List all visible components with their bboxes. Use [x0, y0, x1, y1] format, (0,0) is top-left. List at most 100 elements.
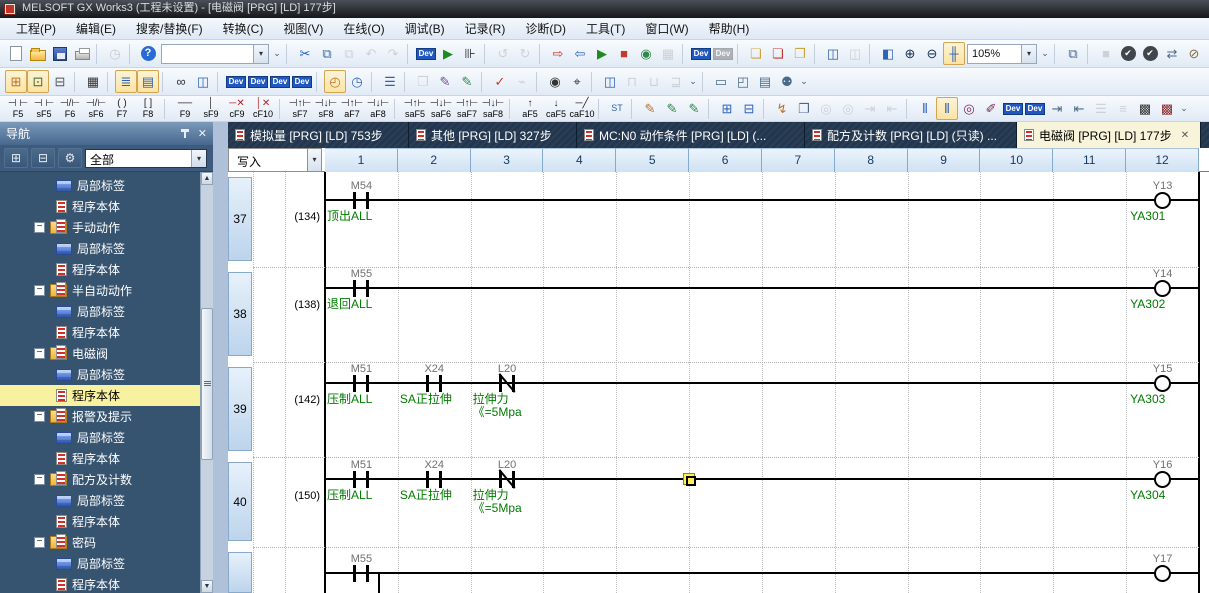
output-coil[interactable] [1154, 565, 1171, 582]
zoom-options-icon[interactable]: ⌄ [1039, 48, 1051, 59]
find-window-button[interactable]: ◫ [192, 70, 214, 93]
toolbar-options-icon[interactable]: ⌄ [271, 48, 283, 59]
document-tab[interactable]: MC:N0 动作条件 [PRG] [LD] (... [577, 122, 805, 148]
open-window-list-button[interactable]: ◫ [599, 70, 621, 93]
menu-item[interactable]: 窗口(W) [635, 17, 698, 40]
row2-options-2-icon[interactable]: ⌄ [798, 76, 810, 87]
document-tab[interactable]: 其他 [PRG] [LD] 327步 [409, 122, 577, 148]
print-color-setting-button[interactable]: ✎ [434, 70, 456, 93]
document-tab[interactable]: 电磁阀 [PRG] [LD] 177步✕ [1017, 122, 1201, 148]
no-contact[interactable] [353, 375, 356, 392]
edit-mode-button[interactable]: ✎ [639, 97, 661, 120]
new-project-button[interactable] [5, 42, 27, 65]
program-editor-button[interactable]: ≣ [115, 70, 137, 93]
check-program-button[interactable]: ✔ [1117, 42, 1139, 65]
chevron-down-icon[interactable]: ▾ [1021, 45, 1036, 63]
device-batch-monitor-button[interactable]: Dev [291, 70, 313, 93]
scroll-up-icon[interactable]: ▲ [201, 172, 213, 185]
screen-monitor-off-button[interactable]: ◫ [844, 42, 866, 65]
delete-vertical-line-button[interactable]: │✕cF10 [250, 97, 276, 121]
rung-number-cell[interactable]: 38 [228, 272, 252, 356]
invert-result-button[interactable]: ─╱caF10 [569, 97, 595, 121]
delete-row-button[interactable]: ⇤ [1068, 97, 1090, 120]
tree-display-button[interactable]: ⊞ [4, 148, 28, 168]
tree-item-program[interactable]: 程序本体 [0, 574, 213, 593]
no-contact[interactable] [353, 280, 356, 297]
expander-icon[interactable]: − [34, 474, 45, 485]
horizontal-line-button[interactable]: ──F9 [172, 97, 198, 121]
monitor-stop-button[interactable]: ■ [613, 42, 635, 65]
delete-horizontal-line-button[interactable]: ─✕cF9 [224, 97, 250, 121]
no-contact[interactable] [439, 471, 442, 488]
print-button[interactable] [71, 42, 93, 65]
output-coil[interactable] [1154, 192, 1171, 209]
tile-vertically-button[interactable]: ⊔ [643, 70, 665, 93]
check-parameter-button[interactable]: ✔ [1139, 42, 1161, 65]
menu-item[interactable]: 工程(P) [6, 17, 66, 40]
coil-device-grid-button[interactable]: ⊟ [738, 97, 760, 120]
tree-item-program[interactable]: 程序本体 [0, 322, 213, 343]
device-display-replace-button[interactable]: Dev [1024, 97, 1046, 120]
no-contact[interactable] [353, 192, 356, 209]
monitor-mode-button[interactable]: ▦ [657, 42, 679, 65]
contact-coil-search-button[interactable]: ⊪ [459, 42, 481, 65]
outline-display-button[interactable]: ☰ [379, 70, 401, 93]
element-selection-window-button[interactable]: ⊡ [27, 70, 49, 93]
ladder-display-format-button[interactable]: ⫴ [914, 97, 936, 120]
output-coil[interactable] [1154, 375, 1171, 392]
menu-item[interactable]: 调试(B) [395, 17, 455, 40]
tree-item-label[interactable]: 局部标签 [0, 175, 213, 196]
monitor-watch-button[interactable]: ◉ [635, 42, 657, 65]
document-generation-button[interactable]: ❐ [793, 97, 815, 120]
document-tab[interactable]: 模拟量 [PRG] [LD] 753步 [228, 122, 409, 148]
no-contact[interactable] [426, 471, 429, 488]
tree-item-label[interactable]: 局部标签 [0, 427, 213, 448]
remote-operation-button[interactable]: ⊘ [1183, 42, 1205, 65]
menu-item[interactable]: 工具(T) [576, 17, 635, 40]
no-contact[interactable] [366, 565, 369, 582]
inline-edit-button[interactable]: ✎ [456, 70, 478, 93]
device-entry-monitor-button[interactable]: Dev [247, 70, 269, 93]
tree-item-folder[interactable]: −密码 [0, 532, 213, 553]
tree-item-program[interactable]: 程序本体 [0, 259, 213, 280]
no-contact[interactable] [353, 565, 356, 582]
tree-item-program[interactable]: 程序本体 [0, 448, 213, 469]
monitor-start-button[interactable]: ▶ [591, 42, 613, 65]
rung-number-cell[interactable] [228, 552, 252, 593]
navigation-window-button[interactable]: ⊞ [5, 70, 27, 93]
rising-pulse-button[interactable]: ⊣↑⊢sF7 [287, 97, 313, 121]
vertical-line-button[interactable]: │sF9 [198, 97, 224, 121]
ladder-canvas[interactable]: 37(134)M54顶出ALLY13YA30138(138)M55退回ALLY1… [228, 172, 1209, 593]
expander-icon[interactable]: − [34, 348, 45, 359]
find-button[interactable]: ∞ [170, 70, 192, 93]
panel-splitter[interactable] [213, 122, 228, 593]
tree-item-label[interactable]: 局部标签 [0, 238, 213, 259]
ladder-display-format-wrap-button[interactable]: ⫴ [936, 97, 958, 120]
output-coil[interactable] [1154, 471, 1171, 488]
scroll-down-icon[interactable]: ▼ [201, 580, 213, 593]
no-contact[interactable] [366, 375, 369, 392]
structured-data-types-button[interactable]: ◰ [732, 70, 754, 93]
zoom-tool-button[interactable]: ⌖ [566, 70, 588, 93]
statement-align-button[interactable]: ☰ [1090, 97, 1112, 120]
falling-pulse-branch-button[interactable]: ⊣↓⊢aF8 [365, 97, 391, 121]
no-contact[interactable] [366, 471, 369, 488]
copy-button[interactable]: ⧉ [316, 42, 338, 65]
arrange-icons-button[interactable]: ⊒ [665, 70, 687, 93]
coil-symbol-button[interactable]: ( )F7 [109, 97, 135, 121]
row2-options-icon[interactable]: ⌄ [687, 76, 699, 87]
watch-window-2-button[interactable]: ◷ [346, 70, 368, 93]
close-contact-button[interactable]: ⊣/⊢F6 [57, 97, 83, 121]
falling-pulse-button[interactable]: ⊣↓⊢sF8 [313, 97, 339, 121]
window-switch-button[interactable]: ⧉ [1062, 42, 1084, 65]
overwrite-mode-button[interactable]: ⇤ [881, 97, 903, 120]
label-editor-button[interactable]: ▭ [710, 70, 732, 93]
keyword-search-combobox[interactable]: ▾ [161, 44, 269, 64]
contact-comment-edit-button[interactable]: ✎ [661, 97, 683, 120]
open-project-button[interactable] [27, 42, 49, 65]
watch-window-1-button[interactable]: ◴ [324, 70, 346, 93]
output-coil[interactable] [1154, 280, 1171, 297]
find-previous-device-button[interactable]: ◎ [815, 97, 837, 120]
chevron-down-icon[interactable]: ▾ [191, 150, 206, 167]
mode-dropdown-icon[interactable]: ▾ [308, 148, 322, 172]
